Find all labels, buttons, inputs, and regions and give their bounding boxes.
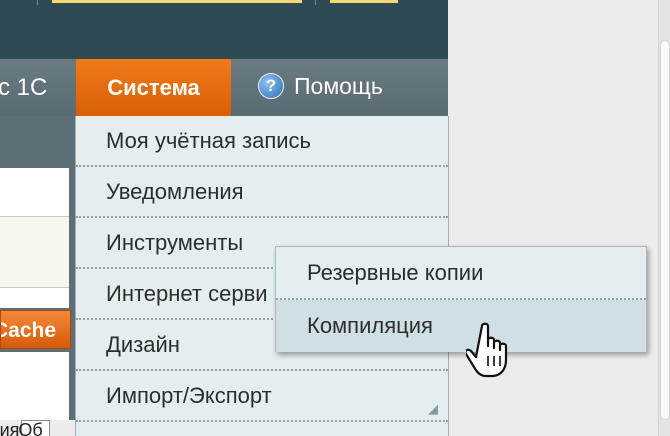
filter-select[interactable]: Об <box>18 420 50 436</box>
header-links <box>0 0 448 6</box>
submenu-item-backups[interactable]: Резервные копии <box>276 247 646 300</box>
content-row <box>0 217 69 288</box>
header-link[interactable] <box>330 0 398 3</box>
content-row <box>0 168 69 217</box>
menu-item-notifications[interactable]: Уведомления <box>76 167 448 218</box>
nav-item-1c[interactable]: с 1С <box>0 59 75 116</box>
resize-grip-icon: ◢ <box>428 401 438 416</box>
admin-header <box>0 0 448 59</box>
menu-item-my-account[interactable]: Моя учётная запись <box>76 116 448 167</box>
vertical-scrollbar[interactable] <box>658 0 670 436</box>
header-link-separator <box>315 0 316 5</box>
help-icon: ? <box>258 72 284 99</box>
nav-item-system[interactable]: Система <box>76 59 231 116</box>
header-link[interactable] <box>52 0 302 3</box>
nav-help-label: Помощь <box>294 73 383 99</box>
nav-item-help[interactable]: ? Помощь <box>258 59 383 116</box>
tools-submenu: Резервные копии Компиляция <box>275 246 647 352</box>
submenu-item-compilation[interactable]: Компиляция <box>276 300 646 352</box>
content-row <box>0 288 69 308</box>
hand-pointer-icon <box>466 322 508 378</box>
menu-item-import-export[interactable]: Импорт/Экспорт <box>76 371 448 422</box>
filter-row: вияОб <box>0 420 75 436</box>
cache-button[interactable]: Cache <box>0 310 71 349</box>
header-link-separator <box>37 0 38 5</box>
scrollbar-thumb[interactable] <box>660 40 670 420</box>
filter-label: вия <box>0 420 20 436</box>
